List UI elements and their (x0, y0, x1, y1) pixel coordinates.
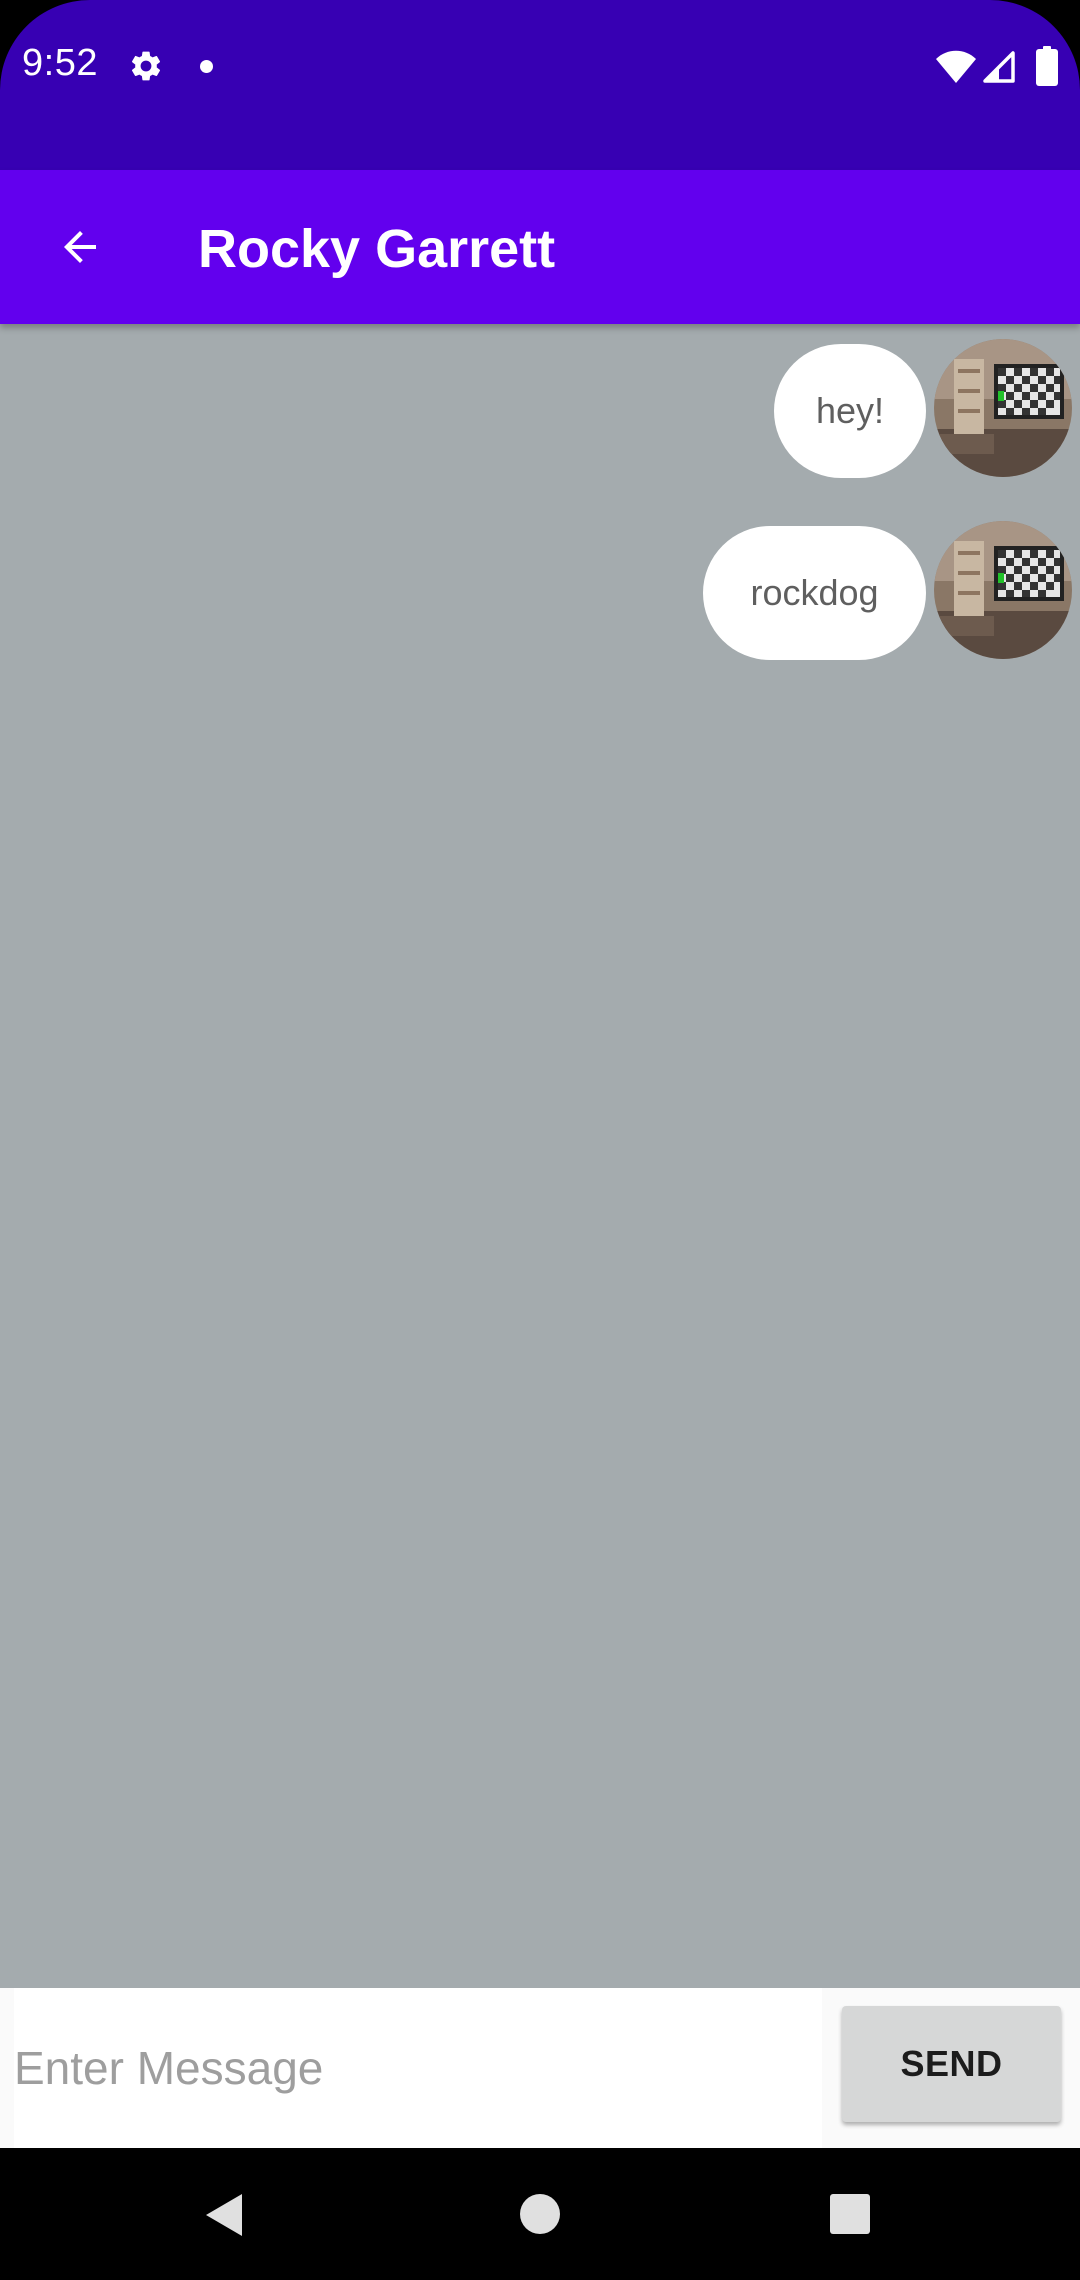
recents-square-icon[interactable] (830, 2194, 870, 2234)
wifi-icon (936, 50, 976, 83)
arrow-left-icon (64, 231, 96, 263)
status-bar: 9:52 (0, 0, 1080, 170)
back-triangle-icon[interactable] (204, 2192, 244, 2238)
send-button[interactable]: SEND (842, 2006, 1061, 2122)
phone-screen: 9:52 Rocky Garrett hey! rockdog Enter Me… (0, 0, 1080, 2280)
chat-message-list[interactable]: hey! rockdog (0, 324, 1080, 1988)
avatar[interactable] (934, 521, 1072, 659)
message-bubble[interactable]: rockdog (703, 526, 926, 660)
message-row: rockdog (0, 516, 1080, 660)
room-photo-avatar-icon (934, 521, 1072, 659)
message-bubble[interactable]: hey! (774, 344, 926, 478)
room-photo-avatar-icon (934, 339, 1072, 477)
message-composer: SEND (0, 1988, 1080, 2148)
page-title: Rocky Garrett (198, 219, 556, 279)
avatar[interactable] (934, 339, 1072, 477)
message-text: rockdog (750, 572, 879, 613)
home-circle-icon[interactable] (520, 2194, 560, 2234)
signal-icon (983, 51, 1015, 83)
battery-icon (1036, 46, 1058, 86)
back-button[interactable] (40, 207, 120, 287)
status-time: 9:52 (22, 42, 98, 84)
system-nav-bar (0, 2148, 1080, 2280)
message-row: hey! (0, 334, 1080, 478)
gear-icon (131, 51, 161, 81)
notification-dot-icon (200, 60, 213, 73)
message-input[interactable] (14, 1988, 822, 2148)
app-bar: Rocky Garrett (0, 170, 1080, 324)
message-text: hey! (815, 390, 885, 431)
